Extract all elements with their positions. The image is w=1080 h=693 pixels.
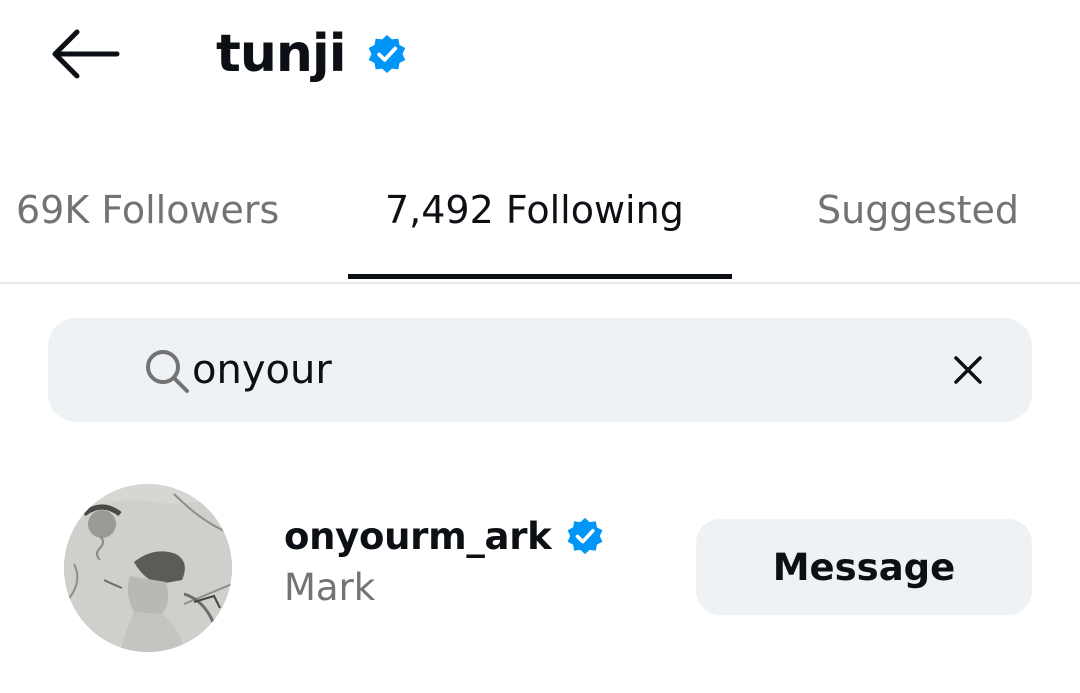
- full-name: Mark: [284, 566, 376, 609]
- verified-badge-icon: [568, 517, 603, 555]
- avatar-image: [64, 484, 232, 652]
- page-title: tunji: [216, 24, 347, 84]
- search-bar: [48, 318, 1032, 422]
- message-button[interactable]: Message: [696, 519, 1032, 615]
- tabs-divider: [0, 282, 1080, 284]
- user-info: onyourm_ark Mark: [284, 510, 684, 620]
- tab-followers[interactable]: 69K Followers: [16, 170, 279, 250]
- title-wrap: tunji: [216, 22, 408, 86]
- search-input[interactable]: [192, 338, 912, 402]
- username-line: onyourm_ark: [284, 510, 684, 562]
- verified-badge-icon: [368, 34, 405, 74]
- clear-search-button[interactable]: [938, 340, 998, 400]
- search-icon: [146, 350, 189, 393]
- active-tab-indicator: [348, 274, 732, 279]
- tab-bar: 69K Followers 7,492 Following Suggested: [0, 170, 1080, 282]
- header: tunji: [0, 0, 1080, 110]
- avatar[interactable]: [64, 484, 232, 652]
- list-item[interactable]: onyourm_ark Mark Message: [0, 470, 1080, 670]
- following-screen: tunji 69K Followers 7,492 Following Sugg…: [0, 0, 1080, 693]
- arrow-left-icon: [52, 29, 120, 79]
- close-icon: [954, 356, 982, 384]
- back-button[interactable]: [44, 24, 124, 84]
- username[interactable]: onyourm_ark: [284, 515, 552, 558]
- tab-suggested[interactable]: Suggested: [817, 170, 1019, 250]
- tab-following[interactable]: 7,492 Following: [385, 170, 684, 250]
